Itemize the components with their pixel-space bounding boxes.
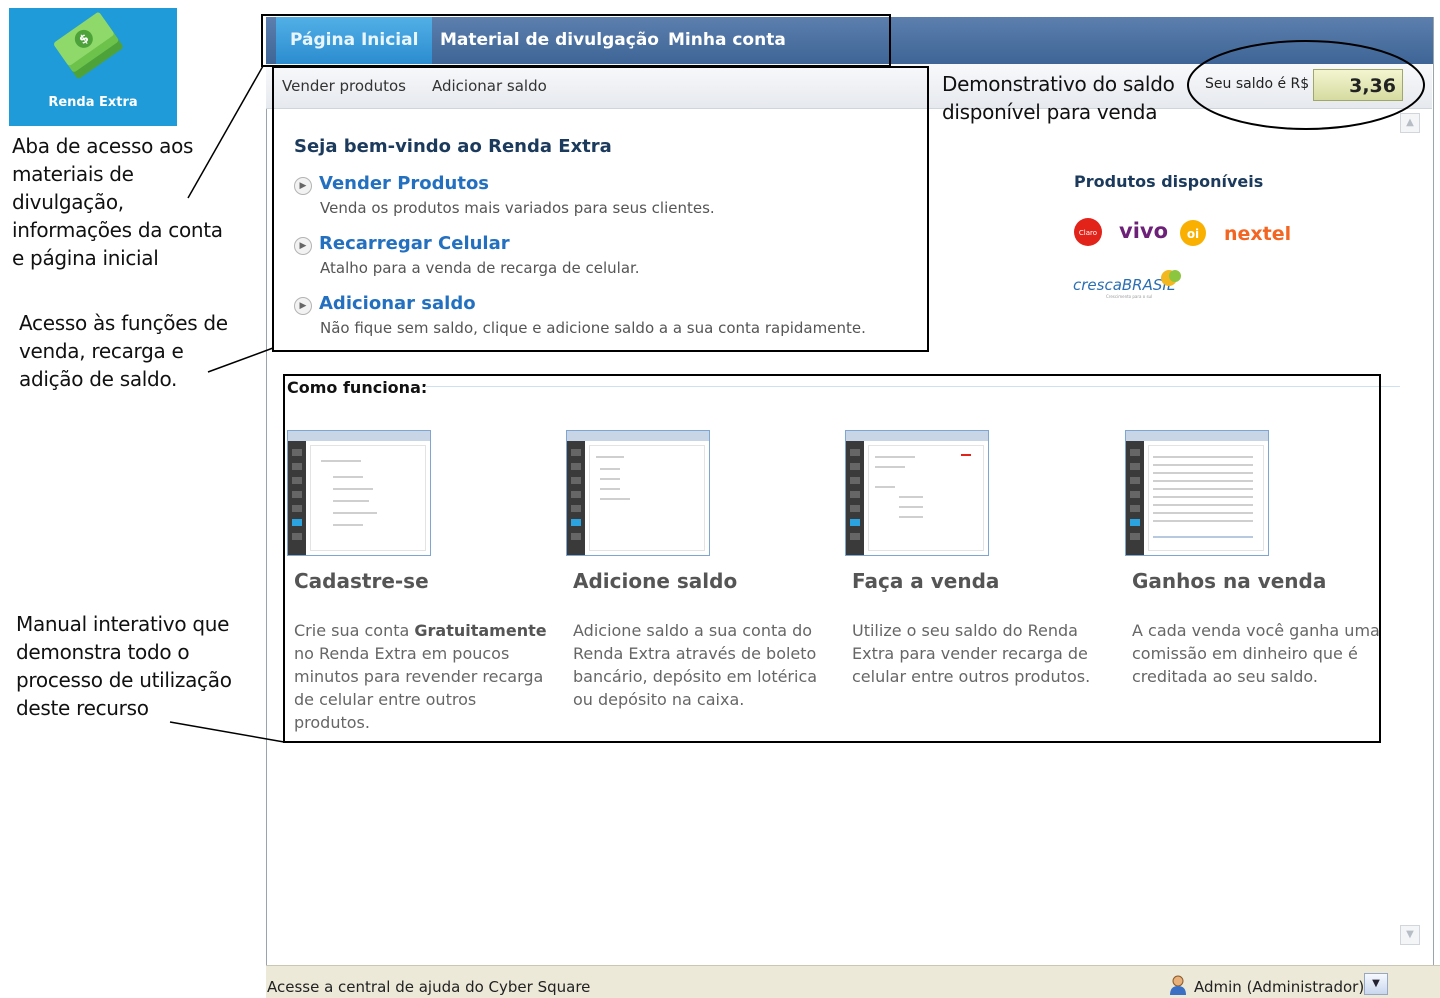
scroll-down-button[interactable]: ▼ (1400, 925, 1420, 945)
annotation-line: Aba de acesso aos (12, 134, 194, 158)
annotation-line: Demonstrativo do saldo (942, 72, 1175, 96)
annotation-line: processo de utilização (16, 668, 232, 692)
svg-text:vivo: vivo (1119, 219, 1168, 243)
subnav-adicionar-saldo[interactable]: Adicionar saldo (432, 77, 547, 95)
logo-label: Renda Extra (48, 95, 138, 110)
svg-text:Crescimento para o sul: Crescimento para o sul (1106, 294, 1152, 299)
step-title-cadastre: Cadastre-se (294, 569, 429, 593)
nextel-logo[interactable]: nextel (1224, 223, 1291, 245)
svg-text:Claro: Claro (1079, 229, 1097, 237)
annotation-line: informações da conta (12, 218, 223, 242)
svg-text:oi: oi (1187, 227, 1199, 241)
arrow-right-icon: ▶ (294, 177, 312, 195)
step-title-venda: Faça a venda (852, 569, 1000, 593)
renda-extra-logo[interactable]: $ Renda Extra (9, 8, 177, 126)
balance-value: 3,36 (1313, 69, 1403, 101)
step-desc-saldo: Adicione saldo a sua conta do Renda Extr… (573, 621, 818, 709)
subnav-vender-produtos[interactable]: Vender produtos (282, 77, 406, 95)
quick-action-desc: Não fique sem saldo, clique e adicione s… (320, 319, 866, 337)
annotation-line: Acesso às funções de (19, 311, 228, 335)
annotation-line: disponível para venda (942, 100, 1158, 124)
svg-text:crescaBRASIL: crescaBRASIL (1073, 276, 1175, 294)
quick-action-adicionar-saldo[interactable]: Adicionar saldo (319, 293, 476, 314)
step-desc-cadastre: Crie sua conta Gratuitamente no Renda Ex… (294, 621, 547, 732)
annotation-tabs: Aba de acesso aos materiais de divulgaçã… (12, 132, 223, 272)
step-title-saldo: Adicione saldo (573, 569, 738, 593)
tab-minha-conta[interactable]: Minha conta (654, 17, 800, 64)
balance-label: Seu saldo é R$ (1205, 76, 1310, 92)
annotation-manual: Manual interativo que demonstra todo o p… (16, 610, 232, 722)
oi-logo[interactable]: oi (1180, 220, 1206, 246)
products-title: Produtos disponíveis (1074, 172, 1264, 191)
annotation-line: e página inicial (12, 246, 159, 270)
step-desc-ganhos: A cada venda você ganha uma comissão em … (1132, 621, 1380, 686)
how-it-works-title: Como funciona: (287, 378, 428, 397)
help-center-link[interactable]: Acesse a central de ajuda do Cyber Squar… (267, 978, 590, 996)
annotation-line: adição de saldo. (19, 367, 178, 391)
svg-text:nextel: nextel (1224, 223, 1291, 245)
vivo-logo[interactable]: vivo (1119, 219, 1168, 243)
tab-pagina-inicial[interactable]: Página Inicial (276, 17, 433, 64)
divider (425, 386, 1400, 387)
quick-action-vender-produtos[interactable]: Vender Produtos (319, 173, 489, 194)
annotation-line: divulgação, (12, 190, 124, 214)
annotation-balance: Demonstrativo do saldo disponível para v… (942, 70, 1175, 126)
arrow-right-icon: ▶ (294, 237, 312, 255)
user-menu-dropdown[interactable]: ▼ (1364, 973, 1388, 995)
operator-logos: Claro vivo oi nextel crescaBRASIL Cresci… (1073, 218, 1291, 299)
quick-action-recarregar-celular[interactable]: Recarregar Celular (319, 233, 510, 254)
money-icon: $ (54, 12, 123, 79)
arrow-right-icon: ▶ (294, 297, 312, 315)
step-desc-venda: Utilize o seu saldo do Renda Extra para … (852, 621, 1091, 686)
cresca-brasil-logo[interactable]: crescaBRASIL Crescimento para o sul (1073, 270, 1181, 299)
main-navigation: Página Inicial Material de divulgação Mi… (266, 17, 1433, 64)
quick-action-desc: Venda os produtos mais variados para seu… (320, 199, 715, 217)
user-icon (1170, 975, 1186, 995)
current-user[interactable]: Admin (Administrador) (1194, 978, 1364, 996)
annotation-line: materiais de (12, 162, 134, 186)
step-title-ganhos: Ganhos na venda (1132, 569, 1327, 593)
annotation-line: demonstra todo o (16, 640, 190, 664)
tab-material-divulgacao[interactable]: Material de divulgação (426, 17, 673, 64)
tutorial-thumbnail-cadastre[interactable] (287, 430, 431, 556)
annotation-line: venda, recarga e (19, 339, 184, 363)
tutorial-thumbnail-saldo[interactable] (566, 430, 710, 556)
quick-action-desc: Atalho para a venda de recarga de celula… (320, 259, 640, 277)
tutorial-thumbnail-ganhos[interactable] (1125, 430, 1269, 556)
scroll-up-button[interactable]: ▲ (1400, 113, 1420, 133)
annotation-line: Manual interativo que (16, 612, 230, 636)
claro-logo[interactable]: Claro (1074, 218, 1102, 246)
annotation-functions: Acesso às funções de venda, recarga e ad… (19, 309, 228, 393)
annotation-line: deste recurso (16, 696, 149, 720)
welcome-title: Seja bem-vindo ao Renda Extra (294, 136, 612, 157)
tutorial-thumbnail-venda[interactable] (845, 430, 989, 556)
